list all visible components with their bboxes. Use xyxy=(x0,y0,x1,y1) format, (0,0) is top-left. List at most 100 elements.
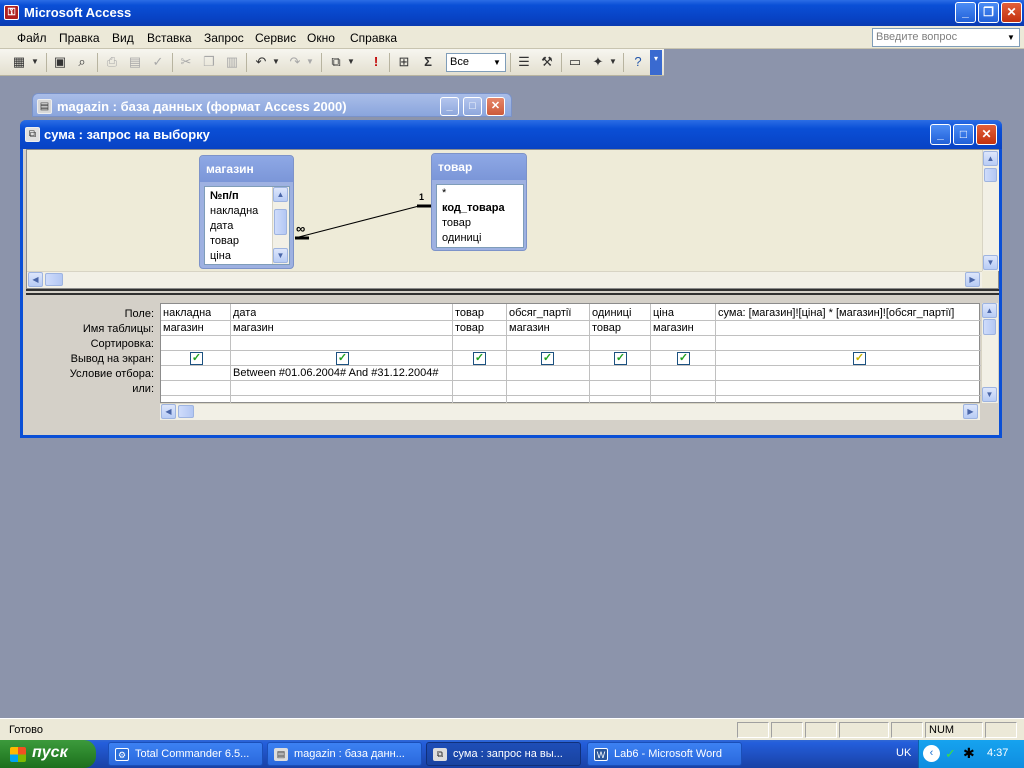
db-minimize-button[interactable]: _ xyxy=(440,97,459,116)
print-preview-icon[interactable]: ▤ xyxy=(126,53,144,71)
show-checkbox[interactable]: ✓ xyxy=(541,352,554,365)
field-cell[interactable]: товар xyxy=(455,307,484,319)
table-magazin[interactable]: магазин №п/п накладна дата товар ціна ▲ … xyxy=(199,155,294,269)
task-database[interactable]: ▤ magazin : база данн... xyxy=(267,742,422,766)
menu-query[interactable]: Запрос xyxy=(204,31,244,45)
grid-column[interactable]: обсяг_партії магазин ✓ xyxy=(507,304,590,404)
grid-column[interactable]: накладна магазин ✓ xyxy=(161,304,231,404)
start-button[interactable]: пуск xyxy=(0,740,96,768)
menu-window[interactable]: Окно xyxy=(307,31,335,45)
field-item[interactable]: товар xyxy=(210,235,239,247)
table-magazin-title[interactable]: магазин xyxy=(200,156,293,182)
task-total-commander[interactable]: ⚙ Total Commander 6.5... xyxy=(108,742,263,766)
scroll-thumb[interactable] xyxy=(983,319,996,335)
query-type-dropdown-icon[interactable]: ▼ xyxy=(346,53,356,71)
totals-icon[interactable]: Σ xyxy=(419,53,437,71)
table-cell[interactable]: магазин xyxy=(233,322,274,334)
undo-dropdown-icon[interactable]: ▼ xyxy=(271,53,281,71)
run-icon[interactable]: ! xyxy=(367,53,385,71)
menu-insert[interactable]: Вставка xyxy=(147,31,192,45)
print-icon[interactable]: ⎙ xyxy=(103,53,121,71)
table-tovar-title[interactable]: товар xyxy=(432,154,526,180)
search-icon[interactable]: ⌕ xyxy=(73,53,91,71)
build-icon[interactable]: ⚒ xyxy=(538,53,556,71)
scroll-right-icon[interactable]: ▶ xyxy=(965,272,980,287)
table-cell[interactable]: магазин xyxy=(509,322,550,334)
field-item[interactable]: накладна xyxy=(210,205,258,217)
criteria-cell[interactable]: Between #01.06.2004# And #31.12.2004# xyxy=(233,367,439,379)
show-checkbox[interactable]: ✓ xyxy=(336,352,349,365)
table-cell[interactable]: магазин xyxy=(163,322,204,334)
menu-help[interactable]: Справка xyxy=(350,31,397,45)
redo-icon[interactable]: ↷ xyxy=(286,53,304,71)
task-word[interactable]: W Lab6 - Microsoft Word xyxy=(587,742,742,766)
field-item[interactable]: дата xyxy=(210,220,233,232)
database-window[interactable]: ▤ magazin : база данных (формат Access 2… xyxy=(32,93,512,117)
new-object-dropdown-icon[interactable]: ▼ xyxy=(608,53,618,71)
scroll-up-icon[interactable]: ▲ xyxy=(982,303,997,318)
task-query[interactable]: ⧉ сума : запрос на вы... xyxy=(426,742,581,766)
scroll-down-icon[interactable]: ▼ xyxy=(983,255,998,270)
menu-tools[interactable]: Сервис xyxy=(255,31,296,45)
help-question-input[interactable]: Введите вопрос ▼ xyxy=(872,28,1020,47)
network-icon[interactable]: ✓ xyxy=(945,746,956,762)
db-maximize-button[interactable]: □ xyxy=(463,97,482,116)
grid-column[interactable]: ціна магазин ✓ xyxy=(651,304,716,404)
scroll-thumb[interactable] xyxy=(984,168,997,182)
field-item[interactable]: ціна xyxy=(210,250,231,262)
scroll-thumb[interactable] xyxy=(45,273,63,286)
table-tovar[interactable]: товар * код_товара товар одиниці xyxy=(431,153,527,251)
scroll-right-icon[interactable]: ▶ xyxy=(963,404,978,419)
scroll-down-icon[interactable]: ▼ xyxy=(982,387,997,402)
chevron-down-icon[interactable]: ▼ xyxy=(1004,30,1018,45)
language-indicator[interactable]: UK xyxy=(896,747,911,759)
paste-icon[interactable]: ▥ xyxy=(223,53,241,71)
field-item[interactable]: одиниці xyxy=(442,232,481,244)
grid-column[interactable]: товар товар ✓ xyxy=(453,304,507,404)
tray-expand-icon[interactable]: ‹ xyxy=(923,745,940,762)
upper-vertical-scrollbar[interactable]: ▲ ▼ xyxy=(982,150,999,271)
chevron-down-icon[interactable]: ▼ xyxy=(490,55,504,70)
scroll-up-icon[interactable]: ▲ xyxy=(983,151,998,166)
view-dropdown-icon[interactable]: ▼ xyxy=(30,53,40,71)
save-icon[interactable]: ▣ xyxy=(51,53,69,71)
toolbar-options-icon[interactable]: ▾ xyxy=(650,50,662,75)
field-cell[interactable]: обсяг_партії xyxy=(509,307,571,319)
field-item[interactable]: №п/п xyxy=(210,190,239,202)
grid-column[interactable]: одиниці товар ✓ xyxy=(590,304,651,404)
db-close-button[interactable]: ✕ xyxy=(486,97,505,116)
table-magazin-scrollbar[interactable]: ▲ ▼ xyxy=(272,187,289,264)
undo-icon[interactable]: ↶ xyxy=(252,53,270,71)
grid-vertical-scrollbar[interactable]: ▲ ▼ xyxy=(981,303,998,403)
grid-column[interactable]: сума: [магазин]![ціна] * [магазин]![обся… xyxy=(716,304,981,404)
table-cell[interactable]: товар xyxy=(592,322,621,334)
new-object-icon[interactable]: ✦ xyxy=(589,53,607,71)
field-item[interactable]: код_товара xyxy=(442,202,505,214)
scroll-left-icon[interactable]: ◀ xyxy=(161,404,176,419)
field-cell[interactable]: сума: [магазин]![ціна] * [магазин]![обся… xyxy=(718,307,978,319)
query-minimize-button[interactable]: _ xyxy=(930,124,951,145)
scroll-left-icon[interactable]: ◀ xyxy=(28,272,43,287)
grid-horizontal-scrollbar[interactable]: ◀ ▶ xyxy=(160,403,980,420)
query-close-button[interactable]: ✕ xyxy=(976,124,997,145)
table-cell[interactable]: товар xyxy=(455,322,484,334)
restore-button[interactable]: ❐ xyxy=(978,2,999,23)
field-cell[interactable]: ціна xyxy=(653,307,674,319)
query-maximize-button[interactable]: □ xyxy=(953,124,974,145)
show-checkbox[interactable]: ✓ xyxy=(473,352,486,365)
field-item[interactable]: * xyxy=(442,187,446,199)
upper-horizontal-scrollbar[interactable]: ◀ ▶ xyxy=(27,271,982,288)
database-window-icon[interactable]: ▭ xyxy=(566,53,584,71)
properties-icon[interactable]: ☰ xyxy=(515,53,533,71)
redo-dropdown-icon[interactable]: ▼ xyxy=(305,53,315,71)
show-checkbox[interactable]: ✓ xyxy=(614,352,627,365)
field-cell[interactable]: накладна xyxy=(163,307,211,319)
top-values-select[interactable]: Все ▼ xyxy=(446,53,506,72)
show-checkbox[interactable]: ✓ xyxy=(190,352,203,365)
menu-file[interactable]: Файл xyxy=(17,31,47,45)
field-cell[interactable]: одиниці xyxy=(592,307,631,319)
copy-icon[interactable]: ❐ xyxy=(200,53,218,71)
scroll-up-icon[interactable]: ▲ xyxy=(273,187,288,202)
minimize-button[interactable]: _ xyxy=(955,2,976,23)
show-checkbox[interactable]: ✓ xyxy=(853,352,866,365)
